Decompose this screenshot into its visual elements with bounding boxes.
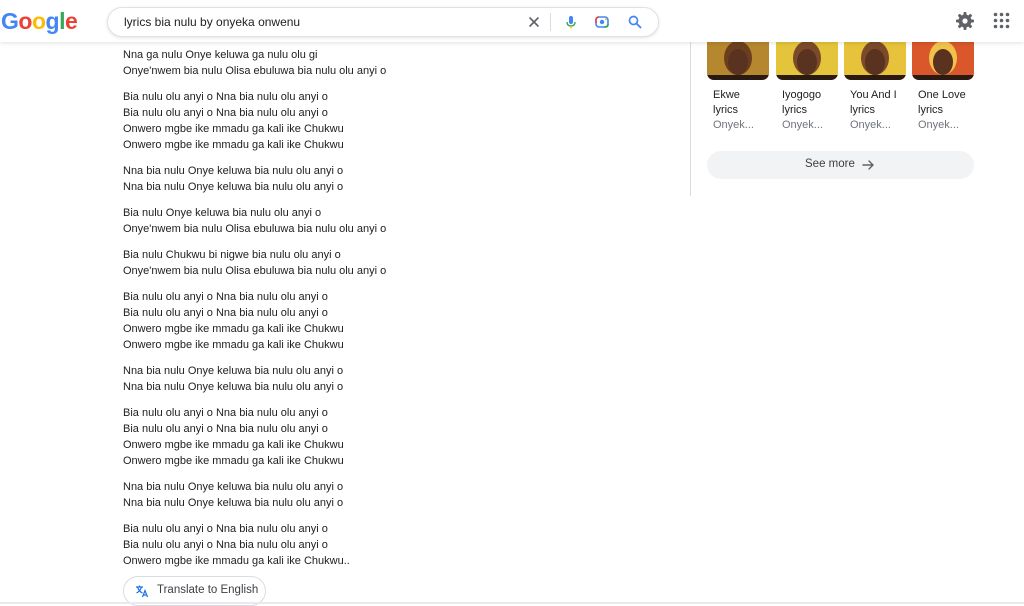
settings-icon[interactable] — [955, 11, 975, 31]
lyric-line: Onye'nwem bia nulu Olisa ebuluwa bia nul… — [123, 265, 387, 277]
lyrics-stanza: Bia nulu Onye keluwa bia nulu olu anyi o… — [123, 205, 643, 237]
lyric-line: Nna bia nulu Onye keluwa bia nulu olu an… — [123, 381, 344, 393]
lyric-line: Nna bia nulu Onye keluwa bia nulu olu an… — [123, 481, 344, 493]
song-title-line: Iyogogo — [782, 89, 822, 101]
lyric-line: Bia nulu olu anyi o Nna bia nulu olu any… — [123, 91, 328, 103]
lyric-line: Nna bia nulu Onye keluwa bia nulu olu an… — [123, 165, 344, 177]
lyric-line: Bia nulu olu anyi o Nna bia nulu olu any… — [123, 523, 328, 535]
lyric-line: Onye'nwem bia nulu Olisa ebuluwa bia nul… — [123, 65, 387, 77]
song-title: One Love lyrics — [918, 88, 978, 118]
google-logo[interactable]: Google — [1, 8, 78, 35]
lyric-line: Nna bia nulu Onye keluwa bia nulu olu an… — [123, 181, 344, 193]
lyric-line: Bia nulu Onye keluwa bia nulu olu anyi o — [123, 207, 322, 219]
lyric-line: Nna ga nulu Onye keluwa ga nulu olu gi — [123, 49, 318, 61]
song-card[interactable]: Ekwe lyrics Onyek... — [707, 42, 771, 138]
see-more-label: See more — [805, 158, 855, 170]
song-title-suffix: lyrics — [918, 104, 944, 116]
see-more-button[interactable]: See more — [707, 151, 974, 179]
lyric-line: Nna bia nulu Onye keluwa bia nulu olu an… — [123, 497, 344, 509]
song-thumbnail — [912, 42, 974, 80]
song-card[interactable]: One Love lyrics Onyek... — [912, 42, 976, 138]
lyric-line: Onwero mgbe ike mmadu ga kali ike Chukwu — [123, 455, 344, 467]
song-title: Ekwe lyrics — [713, 88, 773, 118]
lyrics-stanza: Nna bia nulu Onye keluwa bia nulu olu an… — [123, 479, 643, 511]
lyric-line: Onwero mgbe ike mmadu ga kali ike Chukwu — [123, 439, 344, 451]
search-icon[interactable] — [627, 14, 643, 30]
translate-icon — [136, 585, 149, 598]
mic-icon[interactable] — [563, 14, 579, 30]
lyric-line: Onwero mgbe ike mmadu ga kali ike Chukwu — [123, 123, 344, 135]
logo-letter: G — [1, 8, 19, 34]
lyric-line: Onwero mgbe ike mmadu ga kali ike Chukwu — [123, 323, 344, 335]
arrow-right-icon — [862, 160, 874, 170]
song-title-suffix: lyrics — [782, 104, 808, 116]
apps-icon[interactable] — [993, 12, 1010, 29]
song-card[interactable]: You And I lyrics Onyek... — [844, 42, 908, 138]
song-title-suffix: lyrics — [713, 104, 739, 116]
song-title: You And I lyrics — [850, 88, 910, 118]
logo-letter: o — [31, 8, 46, 34]
song-thumbnail — [707, 42, 769, 80]
lyric-line: Bia nulu olu anyi o Nna bia nulu olu any… — [123, 307, 328, 319]
lyrics-stanza: Bia nulu olu anyi o Nna bia nulu olu any… — [123, 521, 643, 569]
close-icon[interactable] — [526, 14, 542, 30]
panel-divider — [690, 42, 691, 196]
song-title-line: You And I — [850, 89, 897, 101]
lyrics-stanza: Bia nulu olu anyi o Nna bia nulu olu any… — [123, 89, 643, 153]
lyrics-stanza: Bia nulu olu anyi o Nna bia nulu olu any… — [123, 289, 643, 353]
search-input[interactable] — [124, 8, 514, 36]
search-divider — [550, 13, 551, 31]
logo-letter: e — [64, 8, 78, 34]
lyrics-stanza: Nna bia nulu Onye keluwa bia nulu olu an… — [123, 363, 643, 395]
lyrics-block: Nna ga nulu Onye keluwa ga nulu olu gi On… — [123, 47, 643, 579]
song-thumbnail — [844, 42, 906, 80]
lyric-line: Bia nulu olu anyi o Nna bia nulu olu any… — [123, 407, 328, 419]
song-title-line: Ekwe — [713, 89, 740, 101]
lyrics-stanza: Nna bia nulu Onye keluwa bia nulu olu an… — [123, 163, 643, 195]
song-artist: Onyek... — [850, 119, 891, 131]
song-card[interactable]: Iyogogo lyrics Onyek... — [776, 42, 840, 138]
logo-letter: g — [45, 8, 60, 34]
lyric-line: Bia nulu olu anyi o Nna bia nulu olu any… — [123, 423, 328, 435]
song-title-suffix: lyrics — [850, 104, 876, 116]
song-title-line: One Love — [918, 89, 966, 101]
lyric-line: Bia nulu olu anyi o Nna bia nulu olu any… — [123, 539, 328, 551]
translate-label: Translate to English — [157, 584, 259, 596]
song-artist: Onyek... — [713, 119, 754, 131]
lyric-line: Onye'nwem bia nulu Olisa ebuluwa bia nul… — [123, 223, 387, 235]
song-title: Iyogogo lyrics — [782, 88, 842, 118]
song-artist: Onyek... — [918, 119, 959, 131]
top-bar: Google — [0, 0, 1024, 42]
lyrics-stanza: Bia nulu Chukwu bi nigwe bia nulu olu an… — [123, 247, 643, 279]
lyric-line: Onwero mgbe ike mmadu ga kali ike Chukwu… — [123, 555, 350, 567]
lyrics-stanza: Nna ga nulu Onye keluwa ga nulu olu gi On… — [123, 47, 643, 79]
lyric-line: Onwero mgbe ike mmadu ga kali ike Chukwu — [123, 339, 344, 351]
lyric-line: Onwero mgbe ike mmadu ga kali ike Chukwu — [123, 139, 344, 151]
logo-letter: o — [18, 8, 32, 34]
lens-icon[interactable] — [594, 14, 610, 30]
lyric-line: Bia nulu olu anyi o Nna bia nulu olu any… — [123, 107, 328, 119]
song-thumbnail — [776, 42, 838, 80]
lyric-line: Nna bia nulu Onye keluwa bia nulu olu an… — [123, 365, 344, 377]
lyric-line: Bia nulu Chukwu bi nigwe bia nulu olu an… — [123, 249, 341, 261]
lyrics-stanza: Bia nulu olu anyi o Nna bia nulu olu any… — [123, 405, 643, 469]
lyric-line: Bia nulu olu anyi o Nna bia nulu olu any… — [123, 291, 328, 303]
search-box — [107, 7, 659, 37]
song-artist: Onyek... — [782, 119, 823, 131]
